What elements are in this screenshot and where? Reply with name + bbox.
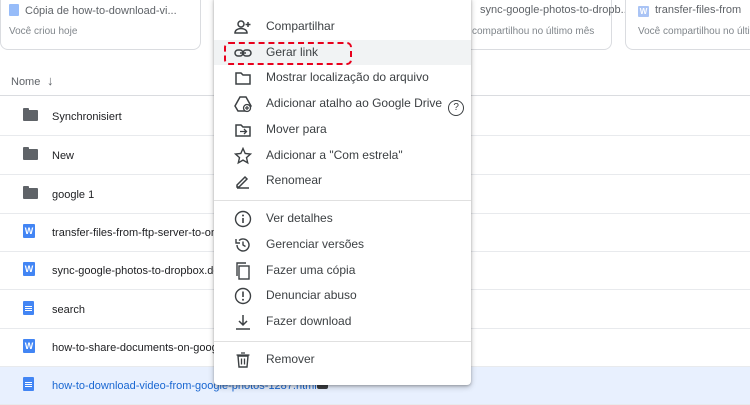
card-title: transfer-files-from	[655, 4, 742, 16]
menu-item-versions[interactable]: Gerenciar versões	[214, 232, 471, 257]
card-title: sync-google-photos-to-dropb...	[480, 4, 630, 16]
help-icon[interactable]: ?	[448, 100, 465, 116]
menu-divider	[214, 341, 471, 342]
drive-shortcut-icon	[234, 95, 252, 113]
card-title: Cópia de how-to-download-vi...	[25, 5, 177, 17]
file-name: transfer-files-from-ftp-server-to-on	[52, 227, 218, 239]
menu-item-label: Compartilhar	[266, 19, 335, 33]
menu-item-share[interactable]: Compartilhar	[214, 14, 471, 39]
gdoc-icon	[23, 377, 34, 391]
folder-icon	[23, 186, 38, 199]
name-column-header[interactable]: Nome	[11, 76, 40, 88]
word-doc-icon: W	[23, 262, 35, 276]
menu-item-label: Renomear	[266, 173, 323, 187]
folder-outline-icon	[234, 69, 252, 87]
file-name: search	[52, 304, 86, 316]
card-subtitle: Você criou hoje	[9, 26, 78, 37]
menu-item-label: Mostrar localização do arquivo	[266, 70, 429, 84]
menu-item-label: Mover para	[266, 122, 327, 136]
gdoc-icon	[23, 301, 34, 315]
menu-item-move-to[interactable]: Mover para	[214, 117, 471, 142]
shared-folder-icon	[23, 108, 38, 121]
card-subtitle: Você compartilhou no último mês	[638, 26, 750, 37]
menu-item-add-shortcut[interactable]: Adicionar atalho ao Google Drive?	[214, 91, 471, 116]
pencil-icon	[234, 172, 252, 190]
menu-item-label: Denunciar abuso	[266, 288, 357, 302]
word-doc-icon: W	[23, 339, 35, 353]
report-icon	[234, 287, 252, 305]
word-icon: W	[638, 6, 649, 17]
word-doc-icon: W	[23, 224, 35, 238]
menu-item-label: Ver detalhes	[266, 211, 333, 225]
menu-item-label: Adicionar atalho ao Google Drive?	[266, 96, 465, 116]
menu-item-label: Gerenciar versões	[266, 237, 365, 251]
suggested-card-1[interactable]: Cópia de how-to-download-vi... Você crio…	[0, 0, 201, 50]
annotation-highlight-box	[224, 42, 352, 65]
file-name: google 1	[52, 189, 95, 201]
menu-item-details[interactable]: Ver detalhes	[214, 206, 471, 231]
menu-divider	[214, 200, 471, 201]
menu-item-show-location[interactable]: Mostrar localização do arquivo	[214, 65, 471, 90]
star-icon	[234, 147, 252, 165]
menu-item-remove[interactable]: Remover	[214, 347, 471, 372]
menu-item-label: Fazer uma cópia	[266, 263, 356, 277]
download-icon	[234, 313, 252, 331]
gdoc-icon	[9, 4, 19, 16]
menu-item-report-abuse[interactable]: Denunciar abuso	[214, 283, 471, 308]
menu-item-rename[interactable]: Renomear	[214, 168, 471, 193]
folder-icon	[23, 147, 38, 160]
menu-item-label: Adicionar a "Com estrela"	[266, 148, 403, 162]
file-name: sync-google-photos-to-dropbox.doc	[52, 265, 226, 277]
menu-item-star[interactable]: Adicionar a "Com estrela"	[214, 143, 471, 168]
info-icon	[234, 210, 252, 228]
copy-icon	[234, 262, 252, 280]
file-name: New	[52, 150, 75, 162]
move-to-icon	[234, 121, 252, 139]
file-name: Synchronisiert	[52, 111, 122, 123]
card-subtitle: compartilhou no último mês	[472, 26, 595, 37]
trash-icon	[234, 351, 252, 369]
history-icon	[234, 236, 252, 254]
sort-arrow-icon[interactable]: ↓	[47, 73, 54, 88]
file-name: how-to-share-documents-on-googl	[52, 342, 221, 354]
menu-item-label: Fazer download	[266, 314, 352, 328]
menu-item-make-copy[interactable]: Fazer uma cópia	[214, 258, 471, 283]
person-add-icon	[234, 18, 252, 36]
menu-item-download[interactable]: Fazer download	[214, 309, 471, 334]
menu-item-label: Remover	[266, 352, 315, 366]
suggested-card-3[interactable]: Wtransfer-files-from Você compartilhou n…	[625, 0, 750, 50]
